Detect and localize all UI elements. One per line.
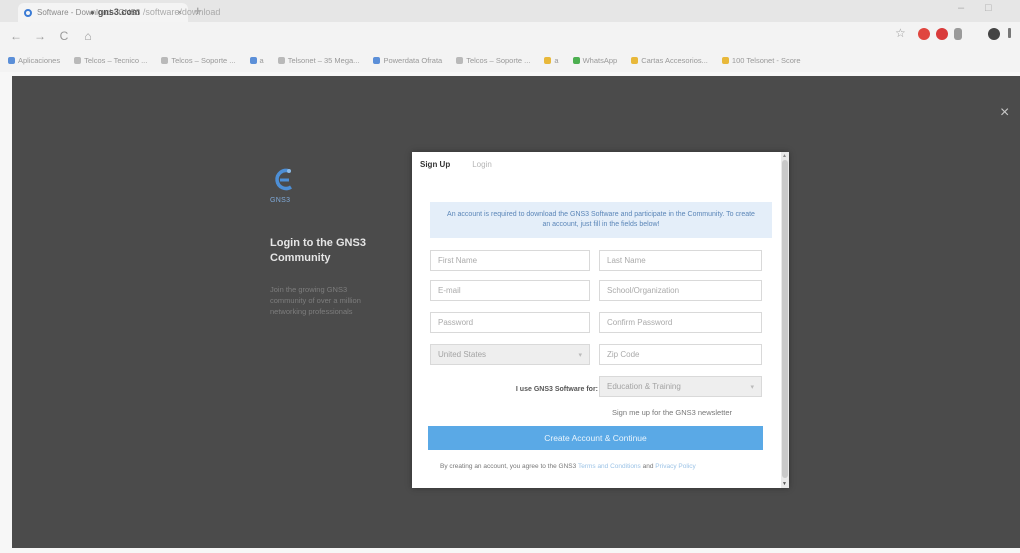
forward-button[interactable]: → xyxy=(32,29,48,43)
menu-kebab-icon[interactable] xyxy=(1008,28,1011,38)
scroll-down-icon[interactable]: ▼ xyxy=(782,481,787,487)
create-account-button[interactable]: Create Account & Continue xyxy=(428,426,763,450)
bookmark-item[interactable]: Telcos – Soporte ... xyxy=(456,56,530,65)
whatsapp-icon xyxy=(572,56,580,64)
country-select[interactable]: United States ▾ xyxy=(430,344,590,365)
url-domain: gns3.com xyxy=(97,7,140,17)
tab-login[interactable]: Login xyxy=(472,160,492,172)
login-heading: Login to the GNS3 Community xyxy=(270,237,366,264)
bookmark-item[interactable]: a xyxy=(544,56,559,65)
chevron-down-icon: ▾ xyxy=(578,351,582,359)
terms-prefix: By creating an account, you agree to the… xyxy=(440,463,577,470)
bookmark-icon xyxy=(277,56,285,64)
privacy-link[interactable]: Privacy Policy xyxy=(655,463,695,470)
modal-scrollbar[interactable]: ▲ ▼ xyxy=(781,152,789,488)
tab-signup[interactable]: Sign Up xyxy=(420,160,450,172)
bookmark-icon xyxy=(544,56,552,64)
bookmark-icon xyxy=(373,56,381,64)
bookmark-icon xyxy=(249,56,257,64)
extension-icon[interactable] xyxy=(954,28,962,40)
home-button[interactable]: ⌂ xyxy=(80,29,96,43)
bookmark-item[interactable]: Telcos – Tecnico ... xyxy=(74,56,147,65)
modal-tabs: Sign Up Login xyxy=(420,160,492,172)
browser-toolbar: ← → C ⌂ xyxy=(0,24,1020,48)
maximize-button[interactable]: □ xyxy=(985,2,992,14)
close-icon[interactable]: × xyxy=(1000,104,1009,122)
bookmark-item[interactable]: a xyxy=(249,56,264,65)
gns3-favicon-icon xyxy=(24,8,32,17)
signup-modal: Sign Up Login An account is required to … xyxy=(412,152,789,488)
scroll-up-icon[interactable]: ▲ xyxy=(782,153,787,159)
bookmark-icon xyxy=(74,56,82,64)
confirm-password-field[interactable]: Confirm Password xyxy=(599,312,762,333)
lock-icon: ● xyxy=(90,7,95,17)
password-field[interactable]: Password xyxy=(430,312,590,333)
last-name-field[interactable]: Last Name xyxy=(599,250,762,271)
opera-extension-icon[interactable] xyxy=(918,28,930,40)
reload-button[interactable]: C xyxy=(56,29,72,43)
bookmarks-bar: Aplicaciones Telcos – Tecnico ... Telcos… xyxy=(0,50,1020,70)
terms-text: By creating an account, you agree to the… xyxy=(440,463,696,470)
bookmark-icon xyxy=(456,56,464,64)
scroll-thumb[interactable] xyxy=(782,160,788,478)
bookmark-whatsapp[interactable]: WhatsApp xyxy=(572,56,617,65)
logo-text: GNS3 xyxy=(270,197,291,204)
bookmark-item[interactable]: Telsonet – 35 Mega... xyxy=(277,56,359,65)
zip-code-field[interactable]: Zip Code xyxy=(599,344,762,365)
back-button[interactable]: ← xyxy=(8,29,24,43)
address-bar[interactable]: ● gns3.com/software/download xyxy=(90,4,220,20)
adblock-extension-icon[interactable] xyxy=(936,28,948,40)
bookmark-item[interactable]: Powerdata Ofrata xyxy=(373,56,442,65)
newsletter-checkbox[interactable]: Sign me up for the GNS3 newsletter xyxy=(612,408,732,417)
apps-grid-icon xyxy=(8,56,15,64)
use-for-label: I use GNS3 Software for: xyxy=(515,386,598,393)
bookmark-star-icon[interactable]: ☆ xyxy=(895,26,906,40)
minimize-button[interactable]: – xyxy=(958,2,964,14)
login-subtitle: Join the growing GNS3 community of over … xyxy=(270,285,361,316)
bookmark-icon xyxy=(161,56,169,64)
chevron-down-icon: ▾ xyxy=(750,383,754,391)
browser-chrome: Software - Download - GNS3 × + – □ ← → C… xyxy=(0,0,1020,72)
terms-and: and xyxy=(642,463,654,470)
school-field[interactable]: School/Organization xyxy=(599,280,762,301)
info-banner: An account is required to download the G… xyxy=(430,202,772,238)
bookmark-apps[interactable]: Aplicaciones xyxy=(8,56,60,65)
bookmark-folder[interactable]: Cartas Accesorios... xyxy=(631,56,708,65)
profile-avatar-icon[interactable] xyxy=(988,28,1000,40)
email-field[interactable]: E-mail xyxy=(430,280,590,301)
gns3-logo-icon xyxy=(275,168,292,191)
bookmark-folder[interactable]: 100 Telsonet - Score xyxy=(721,56,801,65)
folder-icon xyxy=(631,56,639,64)
url-path: /software/download xyxy=(142,7,221,17)
first-name-field[interactable]: First Name xyxy=(430,250,590,271)
folder-icon xyxy=(721,56,729,64)
terms-link[interactable]: Terms and Conditions xyxy=(578,463,641,470)
use-for-select[interactable]: Education & Training ▾ xyxy=(599,376,762,397)
bookmark-item[interactable]: Telcos – Soporte ... xyxy=(161,56,236,65)
use-for-value: Education & Training xyxy=(607,382,681,391)
country-value: United States xyxy=(438,350,487,359)
